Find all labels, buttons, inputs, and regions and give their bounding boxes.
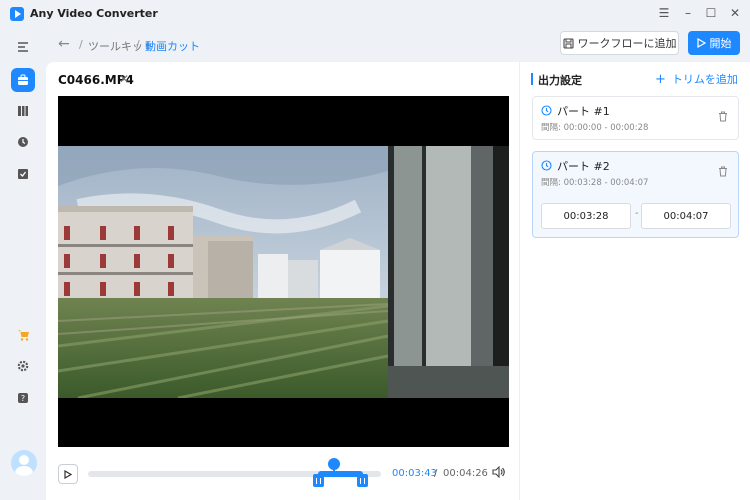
- close-file-icon[interactable]: ✕: [119, 72, 129, 86]
- back-arrow-icon[interactable]: ←: [58, 36, 70, 52]
- trash-icon[interactable]: [718, 166, 728, 180]
- play-outline-icon: [696, 38, 706, 48]
- breadcrumb-separator: /: [79, 38, 83, 51]
- part-range: 間隔: 00:03:28 - 00:04:07: [541, 178, 649, 188]
- playhead-knob[interactable]: [327, 458, 340, 470]
- part-name: パート #2: [557, 160, 610, 173]
- add-to-workflow-button[interactable]: ワークフローに追加: [560, 31, 679, 55]
- workflow-icon: [562, 37, 574, 49]
- time-separator: /: [434, 468, 438, 479]
- toolkit-icon[interactable]: [11, 68, 35, 92]
- part-range: 間隔: 00:00:00 - 00:00:28: [541, 123, 649, 133]
- time-range-dash: -: [635, 208, 639, 219]
- start-button[interactable]: 開始: [688, 31, 740, 55]
- minimize-icon[interactable]: –: [680, 5, 696, 21]
- play-icon: [64, 469, 72, 479]
- video-preview: [58, 96, 509, 447]
- add-to-workflow-label: ワークフローに追加: [577, 37, 677, 50]
- part-card[interactable]: パート #1 間隔: 00:00:00 - 00:00:28: [532, 96, 739, 140]
- clock-icon: [541, 105, 552, 119]
- play-button[interactable]: [58, 464, 78, 484]
- breadcrumb-separator: /: [136, 38, 140, 51]
- app-title: Any Video Converter: [30, 7, 158, 20]
- svg-text:?: ?: [21, 394, 25, 403]
- part-name: パート #1: [557, 105, 610, 118]
- trim-end-handle[interactable]: [356, 474, 368, 487]
- task-icon[interactable]: [11, 162, 35, 186]
- breadcrumb-current: 動画カット: [145, 40, 200, 53]
- collapse-sidebar-icon[interactable]: [11, 35, 35, 59]
- current-time: 00:03:43: [392, 468, 437, 479]
- volume-icon[interactable]: [492, 465, 505, 481]
- start-label: 開始: [709, 37, 732, 50]
- trim-start-handle[interactable]: [313, 474, 324, 487]
- gear-icon[interactable]: [11, 354, 35, 378]
- video-frame: [58, 146, 509, 398]
- title-bar: Any Video Converter ☰ – ☐ ✕: [0, 0, 750, 28]
- total-time: 00:04:26: [443, 468, 488, 479]
- library-icon[interactable]: [11, 99, 35, 123]
- trash-icon[interactable]: [718, 111, 728, 125]
- plus-icon: +: [655, 72, 666, 87]
- output-settings-title: 出力設定: [538, 74, 582, 87]
- menu-icon[interactable]: ☰: [656, 5, 672, 21]
- avatar[interactable]: [11, 450, 37, 476]
- panel-divider: [519, 62, 520, 500]
- maximize-icon[interactable]: ☐: [703, 5, 719, 21]
- section-accent: [531, 73, 533, 85]
- app-logo-icon: [10, 7, 24, 21]
- close-icon[interactable]: ✕: [727, 5, 743, 21]
- cart-icon[interactable]: [11, 323, 35, 347]
- clock-icon: [541, 160, 552, 174]
- end-time-input[interactable]: 00:04:07: [641, 203, 731, 229]
- sidebar: ?: [0, 28, 46, 500]
- help-icon[interactable]: ?: [11, 386, 35, 410]
- add-trim-label: トリムを追加: [671, 73, 738, 86]
- start-time-input[interactable]: 00:03:28: [541, 203, 631, 229]
- add-trim-button[interactable]: + トリムを追加: [655, 71, 738, 87]
- history-icon[interactable]: [11, 130, 35, 154]
- part-card-selected[interactable]: パート #2 間隔: 00:03:28 - 00:04:07 00:03:28 …: [532, 151, 739, 238]
